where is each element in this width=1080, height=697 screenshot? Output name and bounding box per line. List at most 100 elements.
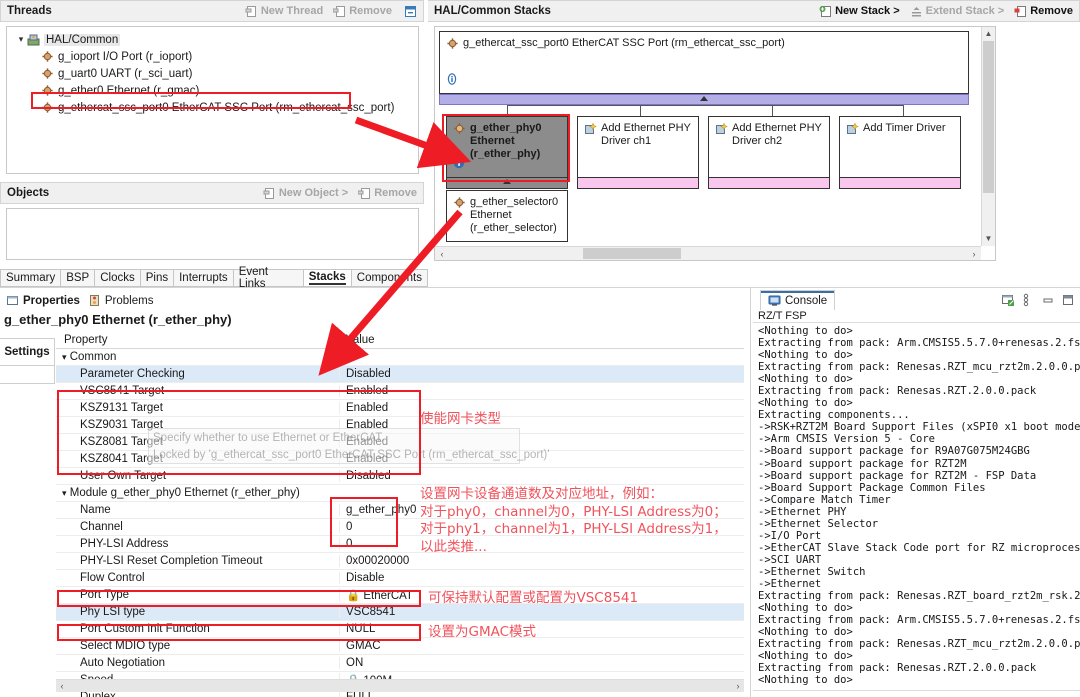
stack-placeholder-bar [577,178,699,189]
info-icon[interactable] [453,157,465,173]
chevron-down-icon[interactable]: ▾ [15,34,27,45]
table-row[interactable]: Flow Control Disable [56,570,744,587]
tab-interrupts[interactable]: Interrupts [174,269,234,287]
property-value[interactable]: 0x00020000 [339,555,744,567]
tree-item-uart0[interactable]: g_uart0 UART (r_sci_uart) [7,65,418,82]
scrollbar-thumb[interactable] [983,41,994,193]
tab-components[interactable]: Components [351,269,428,287]
tree-item-hal-common[interactable]: ▾ HAL/Common [7,31,418,48]
property-value[interactable]: Disable [339,572,744,584]
scroll-left-arrow[interactable]: ‹ [56,680,68,692]
tab-event-links[interactable]: Event Links [233,266,304,290]
property-value[interactable]: Enabled [339,402,744,414]
scroll-right-arrow[interactable]: › [732,680,744,692]
tab-console[interactable]: Console [760,290,836,310]
tab-stacks[interactable]: Stacks [303,269,352,287]
remove-object-label: Remove [374,187,417,199]
extend-stack-button[interactable]: Extend Stack > [910,5,1004,18]
stack-block-add-phy-ch1[interactable]: Add Ethernet PHY Driver ch1 [577,116,699,178]
tab-summary[interactable]: Summary [0,269,62,287]
tab-problems[interactable]: Problems [88,294,153,307]
table-row[interactable]: Phy LSI type VSC8541 [56,604,744,621]
module-icon [446,37,459,50]
property-value[interactable]: Enabled [339,385,744,397]
console-icon [768,294,781,307]
scroll-left-arrow[interactable]: ‹ [435,247,449,260]
remove-object-button[interactable]: Remove [358,187,417,200]
scroll-up-arrow[interactable]: ▲ [982,27,995,41]
table-row[interactable]: Port Type 🔒 EtherCAT [56,587,744,604]
stacks-title: HAL/Common Stacks [434,5,551,17]
remove-stack-button[interactable]: Remove [1014,5,1073,18]
property-value[interactable]: Disabled [339,470,744,482]
properties-horizontal-scrollbar[interactable]: ‹ › [56,679,744,692]
collapse-all-button[interactable] [404,5,417,18]
annotation-phy-lsi-type: 可保持默认配置或配置为VSC8541 [428,590,639,606]
editor-tab-bar[interactable]: Summary BSP Clocks Pins Interrupts Event… [0,266,428,290]
stack-block-ether-phy0[interactable]: g_ether_phy0 Ethernet (r_ether_phy) [446,116,568,178]
stacks-vertical-scrollbar[interactable]: ▲ ▼ [981,27,995,246]
new-object-label: New Object > [278,187,349,199]
scroll-down-arrow[interactable]: ▼ [982,232,995,246]
table-row[interactable]: Parameter Checking Disabled [56,366,744,383]
remove-icon [358,187,371,200]
stack-block-ethercat-ssc-port[interactable]: g_ethercat_ssc_port0 EtherCAT SSC Port (… [439,31,969,94]
table-row[interactable]: User Own Target Disabled [56,468,744,485]
tab-pins[interactable]: Pins [140,269,175,287]
objects-title: Objects [7,187,50,199]
table-header-row: Property Value [56,332,744,349]
table-row[interactable]: Select MDIO type GMAC [56,638,744,655]
module-icon [41,67,54,80]
new-thread-button[interactable]: New Thread [245,5,323,18]
stack-block-label: Add Ethernet PHY Driver ch1 [601,122,691,147]
property-value[interactable]: Disabled [339,368,744,380]
property-name: PHY-LSI Reset Completion Timeout [80,555,263,567]
table-row[interactable]: Port Custom Init Function NULL [56,621,744,638]
property-value[interactable]: NULL [339,623,744,635]
stack-block-ether-selector0[interactable]: g_ether_selector0 Ethernet (r_ether_sele… [446,190,568,242]
table-row[interactable]: KSZ9131 Target Enabled [56,400,744,417]
table-row[interactable]: ▾ Common [56,349,744,366]
threads-tree[interactable]: ▾ HAL/Common g_ioport I/O Port (r_ioport… [6,26,419,174]
properties-view-tabs[interactable]: Properties Problems [0,292,752,309]
property-value[interactable]: ON [339,657,744,669]
remove-icon [1014,5,1027,18]
stacks-horizontal-scrollbar[interactable]: ‹ › [435,246,981,260]
info-icon[interactable] [446,73,458,89]
tab-label: Properties [23,294,80,307]
stacks-diagram-container[interactable]: g_ethercat_ssc_port0 EtherCAT SSC Port (… [434,26,996,261]
property-value[interactable]: GMAC [339,640,744,652]
tab-label: Components [356,272,422,284]
extend-stack-icon [910,5,923,18]
scrollbar-thumb[interactable] [583,248,681,259]
tab-clocks[interactable]: Clocks [95,269,141,287]
tab-label: Clocks [100,272,135,284]
tree-item-label: HAL/Common [44,33,121,46]
property-value[interactable]: VSC8541 [339,606,744,618]
console-output[interactable]: <Nothing to do> Extracting from pack: Ar… [753,325,1080,690]
property-name: Port Type [80,589,130,601]
tooltip-line-2: Locked by 'g_ethercat_ssc_port0 EtherCAT… [153,449,550,461]
tree-item-ioport[interactable]: g_ioport I/O Port (r_ioport) [7,48,418,65]
tab-bsp[interactable]: BSP [61,269,96,287]
objects-list[interactable] [6,208,419,260]
stacks-panel-header: HAL/Common Stacks New Stack > Extend Sta… [428,0,1080,22]
table-row[interactable]: Auto Negotiation ON [56,655,744,672]
tree-item-ether0[interactable]: g_ether0 Ethernet (r_gmac) [7,82,418,99]
console-tab-bar[interactable]: Console [753,290,1080,310]
tree-item-ethercat-ssc-port0[interactable]: g_ethercat_ssc_port0 EtherCAT SSC Port (… [7,99,418,116]
stack-block-label: g_ether_selector0 Ethernet (r_ether_sele… [470,196,559,234]
stack-block-add-phy-ch2[interactable]: Add Ethernet PHY Driver ch2 [708,116,830,178]
property-name: User Own Target [80,470,167,482]
tab-properties[interactable]: Properties [6,294,80,307]
stack-block-add-timer-driver[interactable]: Add Timer Driver [839,116,961,178]
hal-icon [27,33,40,46]
annotation-enable-nic-types: 使能网卡类型 [420,411,501,427]
scroll-right-arrow[interactable]: › [967,247,981,260]
module-icon [453,196,466,209]
table-row[interactable]: VSC8541 Target Enabled [56,383,744,400]
new-stack-button[interactable]: New Stack > [819,5,900,18]
new-object-button[interactable]: New Object > [263,187,348,200]
settings-side-tab[interactable]: Settings [0,338,55,366]
remove-thread-button[interactable]: Remove [333,5,392,18]
